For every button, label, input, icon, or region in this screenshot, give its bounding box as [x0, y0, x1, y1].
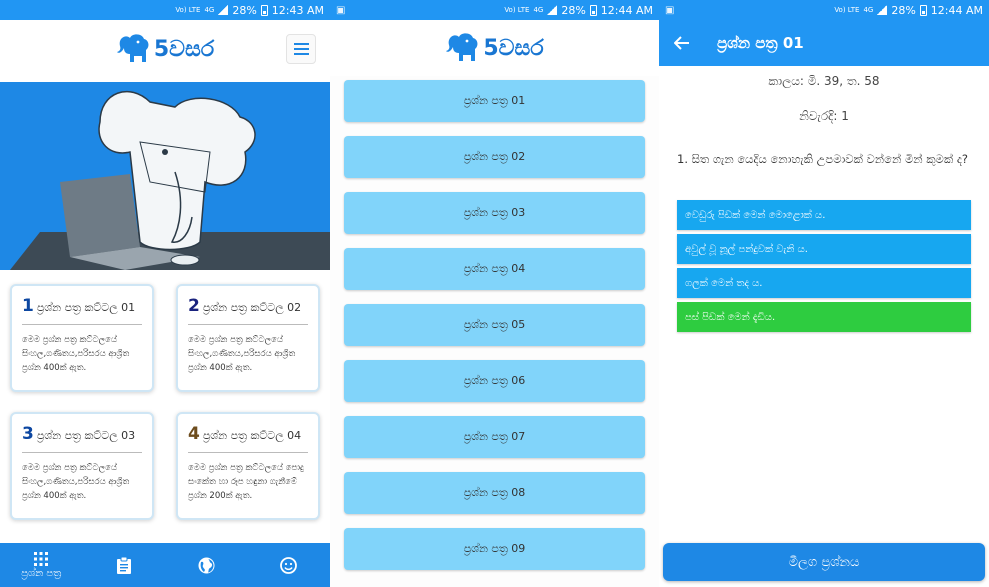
- answer-options: වෙඩුරු පිඩක් මෙන් මොළොක් ය. අවුල් වූ නූල…: [659, 200, 989, 332]
- status-bar: Vo) LTE 4G 28% 12:43 AM: [0, 0, 330, 20]
- network-label: 4G: [863, 5, 874, 14]
- clock: 12:44 AM: [600, 3, 653, 17]
- battery-icon: [589, 4, 597, 16]
- hamburger-menu-button[interactable]: [286, 34, 316, 64]
- signal-icon: [218, 5, 229, 15]
- quiz-title: ප්‍රශ්න පත්‍ර 01: [717, 34, 804, 52]
- menu-line: [293, 53, 309, 55]
- nav-label: ප්‍රශ්න පත්‍ර: [21, 567, 62, 579]
- grid-icon: [34, 551, 49, 566]
- papers-list-screen: ▣ Vo) LTE 4G 28% 12:44 AM 5වසර ප්‍රශ්න ප…: [330, 0, 659, 587]
- answer-option-2[interactable]: අවුල් වූ නූල් පන්දුවක් වැනි ය.: [677, 234, 971, 264]
- paper-button-02[interactable]: ප්‍රශ්න පත්‍ර 02: [344, 136, 645, 178]
- quiz-screen: ▣ Vo) LTE 4G 28% 12:44 AM ප්‍රශ්න පත්‍ර …: [659, 0, 989, 587]
- paper-button-05[interactable]: ප්‍රශ්න පත්‍ර 05: [344, 304, 645, 346]
- elephant-laptop-illustration: [10, 91, 330, 270]
- paper-button-01[interactable]: ප්‍රශ්න පත්‍ර 01: [344, 80, 645, 122]
- logo-text: 5වසර: [483, 35, 544, 61]
- card-number: 2: [188, 296, 200, 316]
- app-logo: 5වසර: [116, 32, 214, 66]
- battery-icon: [919, 4, 927, 16]
- signal-icon: [547, 5, 558, 15]
- screenshot-collage: Vo) LTE 4G 28% 12:43 AM 5වසර: [0, 0, 989, 587]
- correct-count: නිවැරදි: 1: [799, 109, 849, 123]
- paper-button-07[interactable]: ප්‍රශ්න පත්‍ර 07: [344, 416, 645, 458]
- battery-icon: [260, 4, 268, 16]
- question-set-card-02[interactable]: 2 ප්‍රශ්න පත්‍ර කට්ටල 02 මෙම ප්‍රශ්න පත්…: [176, 284, 320, 392]
- card-description: මෙම ප්‍රශ්න පත්‍ර කට්ටලයේ සිංහල,ගණිතය,පර…: [188, 335, 296, 373]
- paper-button-06[interactable]: ප්‍රශ්න පත්‍ර 06: [344, 360, 645, 402]
- elephant-logo-icon: [116, 34, 149, 62]
- nav-item-clipboard[interactable]: [83, 543, 166, 587]
- question-set-card-03[interactable]: 3 ප්‍රශ්න පත්‍ර කට්ටල 03 මෙම ප්‍රශ්න පත්…: [10, 412, 154, 520]
- papers-list: ප්‍රශ්න පත්‍ර 01 ප්‍රශ්න පත්‍ර 02 ප්‍රශ්…: [330, 80, 659, 570]
- card-title: 3 ප්‍රශ්න පත්‍ර කට්ටල 03: [22, 424, 142, 453]
- card-description: මෙම ප්‍රශ්න පත්‍ර කට්ටලයේ පොදු සංකේත හා …: [188, 463, 304, 501]
- status-bar: ▣ Vo) LTE 4G 28% 12:44 AM: [330, 0, 659, 20]
- carrier-label: Vo) LTE: [504, 5, 530, 14]
- app-header: 5වසර: [330, 20, 659, 76]
- carrier-label: Vo) LTE: [834, 5, 860, 14]
- question-set-card-01[interactable]: 1 ප්‍රශ්න පත්‍ර කට්ටල 01 මෙම ප්‍රශ්න පත්…: [10, 284, 154, 392]
- clock: 12:44 AM: [930, 3, 983, 17]
- answer-option-4[interactable]: පස් පිඩක් මෙන් දැඩිය.: [677, 302, 971, 332]
- nav-item-smiley[interactable]: [248, 543, 331, 587]
- home-screen: Vo) LTE 4G 28% 12:43 AM 5වසර: [0, 0, 330, 587]
- bottom-navigation: ප්‍රශ්න පත්‍ර: [0, 543, 330, 587]
- back-arrow-icon[interactable]: [659, 36, 705, 50]
- status-bar: ▣ Vo) LTE 4G 28% 12:44 AM: [659, 0, 989, 20]
- card-title: 1 ප්‍රශ්න පත්‍ර කට්ටල 01: [22, 296, 142, 325]
- app-logo: 5වසර: [445, 31, 544, 65]
- globe-icon: [198, 557, 215, 573]
- card-title: 4 ප්‍රශ්න පත්‍ර කට්ටල 04: [188, 424, 308, 453]
- card-title-text: ප්‍රශ්න පත්‍ර කට්ටල 04: [202, 429, 302, 442]
- logo-text: 5වසර: [153, 36, 215, 62]
- network-label: 4G: [204, 5, 215, 14]
- card-title-text: ප්‍රශ්න පත්‍ර කට්ටල 03: [36, 429, 136, 442]
- nav-item-globe[interactable]: [165, 543, 248, 587]
- card-number: 3: [22, 424, 34, 444]
- clock: 12:43 AM: [271, 3, 324, 17]
- question-text: 1. සිත ගැන යෙදිය නොහැකි උපමාවක් වන්නේ මි…: [677, 152, 969, 166]
- clipboard-icon: [116, 556, 131, 574]
- paper-button-03[interactable]: ප්‍රශ්න පත්‍ර 03: [344, 192, 645, 234]
- card-number: 1: [22, 296, 34, 316]
- menu-line: [293, 48, 309, 50]
- network-label: 4G: [533, 5, 544, 14]
- smiley-icon: [280, 556, 298, 574]
- card-title: 2 ප්‍රශ්න පත්‍ර කට්ටල 02: [188, 296, 308, 325]
- question-set-card-04[interactable]: 4 ප්‍රශ්න පත්‍ර කට්ටල 04 මෙම ප්‍රශ්න පත්…: [176, 412, 320, 520]
- signal-icon: [877, 5, 888, 15]
- card-number: 4: [188, 424, 200, 444]
- elephant-logo-icon: [446, 33, 478, 61]
- answer-option-3[interactable]: ගලක් මෙන් තද ය.: [677, 268, 971, 298]
- paper-button-04[interactable]: ප්‍රශ්න පත්‍ර 04: [344, 248, 645, 290]
- gallery-icon: ▣: [336, 4, 346, 16]
- battery-percent: 28%: [561, 3, 586, 17]
- card-description: මෙම ප්‍රශ්න පත්‍ර කට්ටලයේ සිංහල,ගණිතය,පර…: [22, 335, 130, 373]
- paper-button-08[interactable]: ප්‍රශ්න පත්‍ර 08: [344, 472, 645, 514]
- app-header: 5වසර: [0, 20, 330, 78]
- carrier-label: Vo) LTE: [175, 5, 201, 14]
- next-question-button[interactable]: මීලග ප්‍රශ්නය: [663, 543, 985, 581]
- paper-button-09[interactable]: ප්‍රශ්න පත්‍ර 09: [344, 528, 645, 570]
- nav-item-papers[interactable]: ප්‍රශ්න පත්‍ර: [0, 543, 83, 587]
- card-title-text: ප්‍රශ්න පත්‍ර කට්ටල 02: [202, 301, 302, 314]
- battery-percent: 28%: [891, 3, 916, 17]
- hero-banner: [0, 82, 330, 270]
- card-description: මෙම ප්‍රශ්න පත්‍ර කට්ටලයේ සිංහල,ගණිතය,පර…: [22, 463, 130, 501]
- menu-line: [293, 43, 309, 45]
- battery-percent: 28%: [232, 3, 257, 17]
- quiz-toolbar: ප්‍රශ්න පත්‍ර 01: [659, 20, 989, 66]
- gallery-icon: ▣: [665, 4, 675, 16]
- timer-text: කාලය: මි. 39, ත. 58: [768, 74, 880, 88]
- card-title-text: ප්‍රශ්න පත්‍ර කට්ටල 01: [36, 301, 136, 314]
- answer-option-1[interactable]: වෙඩුරු පිඩක් මෙන් මොළොක් ය.: [677, 200, 971, 230]
